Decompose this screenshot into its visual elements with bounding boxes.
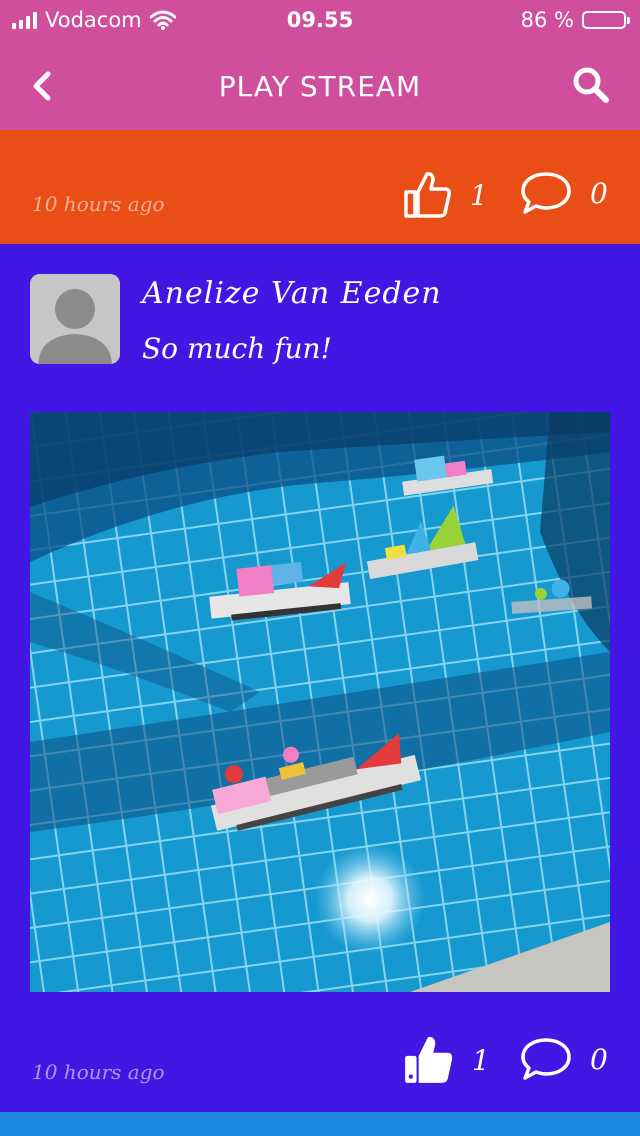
post-timestamp: 10 hours ago xyxy=(32,192,165,216)
comment-count: 0 xyxy=(590,176,608,210)
battery-percent: 86 % xyxy=(520,8,574,32)
search-icon[interactable] xyxy=(570,64,612,106)
user-placeholder-icon xyxy=(30,274,120,364)
comment-icon xyxy=(521,1038,571,1080)
thumbs-up-icon xyxy=(404,172,451,218)
post-author[interactable]: Anelize Van Eeden xyxy=(142,276,442,311)
post-card[interactable]: Anelize Van Eeden So much fun! 10 hours … xyxy=(0,244,640,1112)
like-button[interactable]: 1 xyxy=(402,170,488,220)
battery-icon xyxy=(582,11,630,29)
post-message: So much fun! xyxy=(142,332,332,365)
post-photo[interactable] xyxy=(30,412,610,992)
post-card-previous[interactable]: 10 hours ago 1 0 xyxy=(0,130,640,244)
post-card-next[interactable] xyxy=(0,1112,640,1136)
like-button[interactable]: 1 xyxy=(402,1034,490,1086)
like-count: 1 xyxy=(472,1043,490,1077)
avatar[interactable] xyxy=(30,274,120,364)
like-count: 1 xyxy=(470,178,488,212)
status-right: 86 % xyxy=(520,8,630,32)
status-bar: Vodacom 09.55 86 % xyxy=(0,0,640,42)
comment-button[interactable]: 0 xyxy=(520,1036,608,1082)
thumbs-up-filled-icon xyxy=(405,1037,453,1083)
post-timestamp: 10 hours ago xyxy=(32,1060,165,1084)
nav-bar: PLAY STREAM xyxy=(0,42,640,130)
comment-count: 0 xyxy=(590,1042,608,1076)
comment-button[interactable]: 0 xyxy=(520,170,608,216)
page-title: PLAY STREAM xyxy=(218,70,422,103)
comment-icon xyxy=(521,172,571,214)
pool-boats-image xyxy=(30,412,610,992)
